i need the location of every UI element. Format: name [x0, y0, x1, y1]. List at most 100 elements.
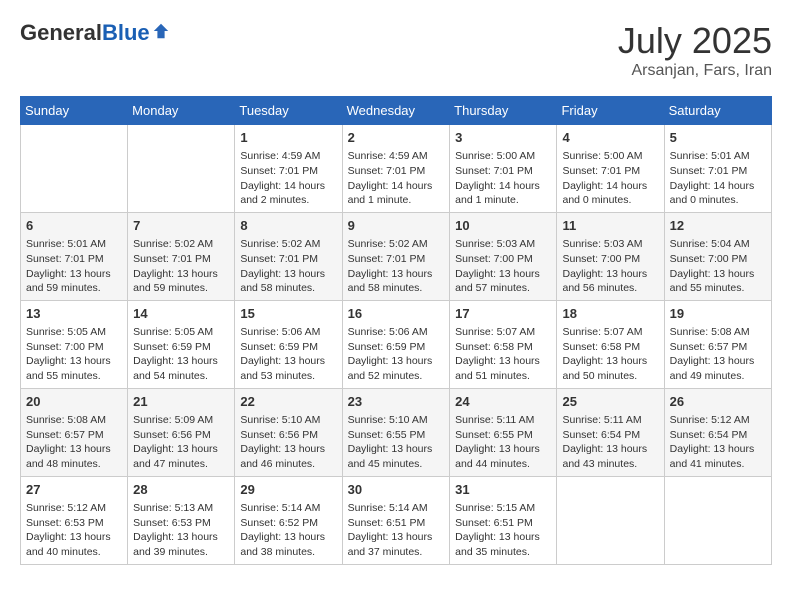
day-number: 12 [670, 217, 766, 235]
day-info: Sunrise: 5:08 AM Sunset: 6:57 PM Dayligh… [26, 413, 122, 472]
calendar-day-cell: 12 Sunrise: 5:04 AM Sunset: 7:00 PM Dayli… [664, 212, 771, 300]
calendar-day-cell: 14Sunrise: 5:05 AM Sunset: 6:59 PM Dayli… [128, 300, 235, 388]
day-number: 16 [348, 305, 445, 323]
calendar-day-cell: 17 Sunrise: 5:07 AM Sunset: 6:58 PM Dayli… [450, 300, 557, 388]
calendar-day-cell: 28 Sunrise: 5:13 AM Sunset: 6:53 PM Dayli… [128, 476, 235, 564]
day-info: Sunrise: 5:04 AM Sunset: 7:00 PM Dayligh… [670, 237, 766, 296]
day-number: 9 [348, 217, 445, 235]
day-number: 27 [26, 481, 122, 499]
day-number: 29 [240, 481, 336, 499]
day-info: Sunrise: 4:59 AM Sunset: 7:01 PM Dayligh… [240, 149, 336, 208]
calendar-day-cell: 11 Sunrise: 5:03 AM Sunset: 7:00 PM Dayli… [557, 212, 664, 300]
day-info: Sunrise: 5:03 AM Sunset: 7:00 PM Dayligh… [455, 237, 551, 296]
logo-blue: Blue [102, 20, 150, 46]
day-info: Sunrise: 4:59 AM Sunset: 7:01 PM Dayligh… [348, 149, 445, 208]
day-number: 8 [240, 217, 336, 235]
calendar-week-row: 27 Sunrise: 5:12 AM Sunset: 6:53 PM Dayli… [21, 476, 772, 564]
calendar-day-cell: 16 Sunrise: 5:06 AM Sunset: 6:59 PM Dayli… [342, 300, 450, 388]
day-number: 13 [26, 305, 122, 323]
day-number: 2 [348, 129, 445, 147]
page-title: July 2025 [618, 20, 772, 62]
calendar-day-cell: 3Sunrise: 5:00 AM Sunset: 7:01 PM Daylig… [450, 125, 557, 213]
calendar-day-cell: 23 Sunrise: 5:10 AM Sunset: 6:55 PM Dayli… [342, 388, 450, 476]
logo-general: General [20, 20, 102, 46]
day-number: 19 [670, 305, 766, 323]
day-number: 11 [562, 217, 658, 235]
calendar-day-cell: 9 Sunrise: 5:02 AM Sunset: 7:01 PM Daylig… [342, 212, 450, 300]
calendar-day-cell: 8Sunrise: 5:02 AM Sunset: 7:01 PM Daylig… [235, 212, 342, 300]
calendar-day-cell [21, 125, 128, 213]
calendar-day-header: Monday [128, 97, 235, 125]
day-info: Sunrise: 5:15 AM Sunset: 6:51 PM Dayligh… [455, 501, 551, 560]
day-number: 26 [670, 393, 766, 411]
day-info: Sunrise: 5:10 AM Sunset: 6:56 PM Dayligh… [240, 413, 336, 472]
day-info: Sunrise: 5:01 AM Sunset: 7:01 PM Dayligh… [26, 237, 122, 296]
calendar-day-header: Wednesday [342, 97, 450, 125]
day-info: Sunrise: 5:08 AM Sunset: 6:57 PM Dayligh… [670, 325, 766, 384]
day-number: 14 [133, 305, 229, 323]
day-info: Sunrise: 5:06 AM Sunset: 6:59 PM Dayligh… [240, 325, 336, 384]
day-number: 18 [562, 305, 658, 323]
calendar-day-cell: 22 Sunrise: 5:10 AM Sunset: 6:56 PM Dayli… [235, 388, 342, 476]
day-number: 17 [455, 305, 551, 323]
calendar-header-row: SundayMondayTuesdayWednesdayThursdayFrid… [21, 97, 772, 125]
calendar-day-cell: 6 Sunrise: 5:01 AM Sunset: 7:01 PM Daylig… [21, 212, 128, 300]
day-number: 22 [240, 393, 336, 411]
calendar-day-cell: 21 Sunrise: 5:09 AM Sunset: 6:56 PM Dayli… [128, 388, 235, 476]
day-info: Sunrise: 5:00 AM Sunset: 7:01 PM Dayligh… [562, 149, 658, 208]
calendar-week-row: 13 Sunrise: 5:05 AM Sunset: 7:00 PM Dayli… [21, 300, 772, 388]
day-info: Sunrise: 5:07 AM Sunset: 6:58 PM Dayligh… [562, 325, 658, 384]
day-info: Sunrise: 5:03 AM Sunset: 7:00 PM Dayligh… [562, 237, 658, 296]
calendar-day-header: Tuesday [235, 97, 342, 125]
calendar-day-cell: 31 Sunrise: 5:15 AM Sunset: 6:51 PM Dayli… [450, 476, 557, 564]
calendar-day-header: Sunday [21, 97, 128, 125]
day-info: Sunrise: 5:06 AM Sunset: 6:59 PM Dayligh… [348, 325, 445, 384]
day-number: 20 [26, 393, 122, 411]
calendar-day-header: Saturday [664, 97, 771, 125]
calendar-day-cell: 19 Sunrise: 5:08 AM Sunset: 6:57 PM Dayli… [664, 300, 771, 388]
calendar-day-cell: 5Sunrise: 5:01 AM Sunset: 7:01 PM Daylig… [664, 125, 771, 213]
page-location: Arsanjan, Fars, Iran [618, 62, 772, 80]
day-info: Sunrise: 5:12 AM Sunset: 6:53 PM Dayligh… [26, 501, 122, 560]
calendar-week-row: 6 Sunrise: 5:01 AM Sunset: 7:01 PM Daylig… [21, 212, 772, 300]
calendar-day-cell: 24Sunrise: 5:11 AM Sunset: 6:55 PM Dayli… [450, 388, 557, 476]
logo-icon [152, 22, 170, 40]
day-info: Sunrise: 5:05 AM Sunset: 7:00 PM Dayligh… [26, 325, 122, 384]
calendar-day-cell: 27 Sunrise: 5:12 AM Sunset: 6:53 PM Dayli… [21, 476, 128, 564]
calendar-day-cell: 10 Sunrise: 5:03 AM Sunset: 7:00 PM Dayli… [450, 212, 557, 300]
day-info: Sunrise: 5:12 AM Sunset: 6:54 PM Dayligh… [670, 413, 766, 472]
calendar-day-cell: 4Sunrise: 5:00 AM Sunset: 7:01 PM Daylig… [557, 125, 664, 213]
calendar-day-header: Friday [557, 97, 664, 125]
day-info: Sunrise: 5:02 AM Sunset: 7:01 PM Dayligh… [348, 237, 445, 296]
calendar-day-cell: 30Sunrise: 5:14 AM Sunset: 6:51 PM Dayli… [342, 476, 450, 564]
day-info: Sunrise: 5:07 AM Sunset: 6:58 PM Dayligh… [455, 325, 551, 384]
calendar-day-cell: 1 Sunrise: 4:59 AM Sunset: 7:01 PM Daylig… [235, 125, 342, 213]
day-number: 6 [26, 217, 122, 235]
day-info: Sunrise: 5:10 AM Sunset: 6:55 PM Dayligh… [348, 413, 445, 472]
page-header: GeneralBlue July 2025 Arsanjan, Fars, Ir… [20, 20, 772, 80]
calendar-day-cell: 18 Sunrise: 5:07 AM Sunset: 6:58 PM Dayli… [557, 300, 664, 388]
day-number: 31 [455, 481, 551, 499]
calendar-week-row: 1 Sunrise: 4:59 AM Sunset: 7:01 PM Daylig… [21, 125, 772, 213]
day-info: Sunrise: 5:09 AM Sunset: 6:56 PM Dayligh… [133, 413, 229, 472]
calendar-day-cell: 26 Sunrise: 5:12 AM Sunset: 6:54 PM Dayli… [664, 388, 771, 476]
day-info: Sunrise: 5:02 AM Sunset: 7:01 PM Dayligh… [133, 237, 229, 296]
day-number: 21 [133, 393, 229, 411]
calendar-day-cell: 25Sunrise: 5:11 AM Sunset: 6:54 PM Dayli… [557, 388, 664, 476]
day-info: Sunrise: 5:00 AM Sunset: 7:01 PM Dayligh… [455, 149, 551, 208]
day-number: 1 [240, 129, 336, 147]
day-number: 28 [133, 481, 229, 499]
calendar-day-cell: 15Sunrise: 5:06 AM Sunset: 6:59 PM Dayli… [235, 300, 342, 388]
calendar-week-row: 20 Sunrise: 5:08 AM Sunset: 6:57 PM Dayli… [21, 388, 772, 476]
day-number: 5 [670, 129, 766, 147]
calendar-day-cell [664, 476, 771, 564]
title-block: July 2025 Arsanjan, Fars, Iran [618, 20, 772, 80]
day-info: Sunrise: 5:13 AM Sunset: 6:53 PM Dayligh… [133, 501, 229, 560]
day-number: 30 [348, 481, 445, 499]
day-number: 25 [562, 393, 658, 411]
calendar-table: SundayMondayTuesdayWednesdayThursdayFrid… [20, 96, 772, 565]
logo: GeneralBlue [20, 20, 170, 46]
day-number: 23 [348, 393, 445, 411]
calendar-day-header: Thursday [450, 97, 557, 125]
day-number: 10 [455, 217, 551, 235]
